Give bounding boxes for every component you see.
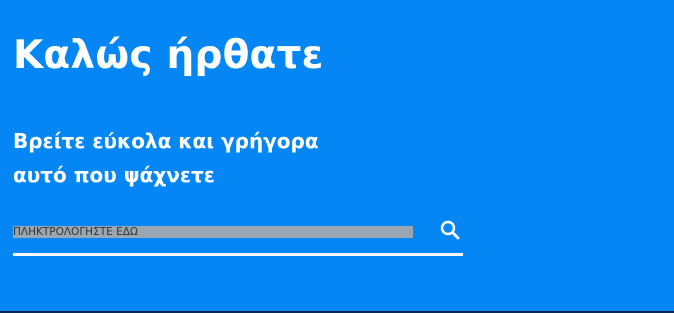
hero-section: Καλώς ήρθατε Βρείτε εύκολα και γρήγορα α… [0, 0, 674, 311]
search-button[interactable] [438, 218, 462, 242]
welcome-title: Καλώς ήρθατε [13, 33, 324, 78]
subtitle-line-2: αυτό που ψάχνετε [13, 163, 215, 187]
subtitle-line-1: Βρείτε εύκολα και γρήγορα [13, 129, 319, 153]
hero-subtitle: Βρείτε εύκολα και γρήγορα αυτό που ψάχνε… [13, 124, 433, 192]
search-icon [440, 220, 460, 240]
search-bar [13, 212, 463, 256]
search-input[interactable] [13, 223, 413, 241]
